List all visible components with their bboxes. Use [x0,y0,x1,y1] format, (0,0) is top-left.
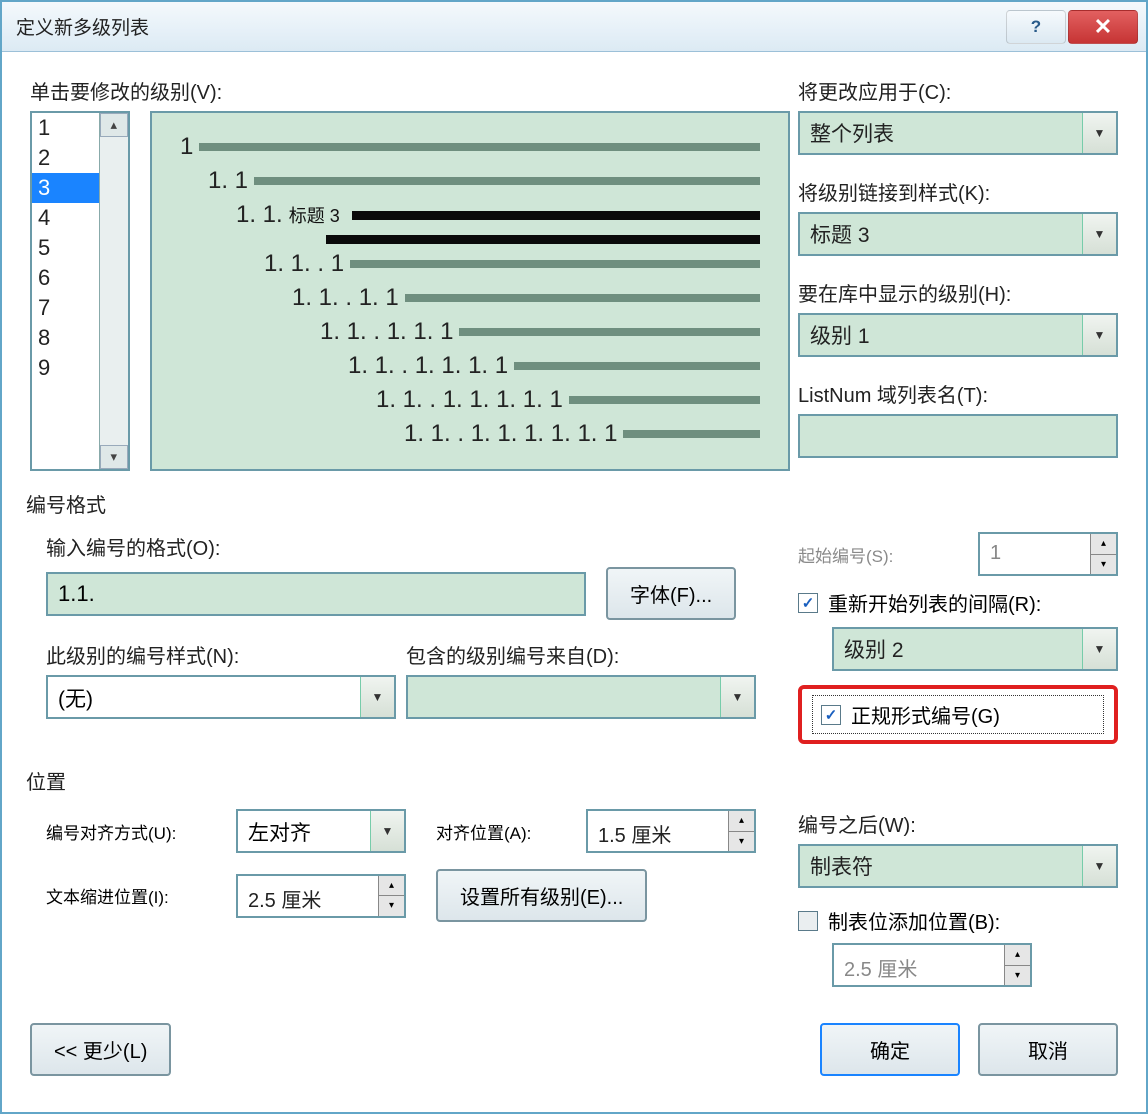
library-level-label: 要在库中显示的级别(H): [798,278,1118,307]
scroll-down-icon[interactable]: ▾ [100,445,128,469]
level-item-3[interactable]: 3 [32,173,99,203]
restart-list-checkbox[interactable]: ✓ 重新开始列表的间隔(R): [798,588,1118,617]
chevron-down-icon[interactable] [720,677,754,717]
tab-stop-spinner: 2.5 厘米 ▴▾ [832,943,1032,987]
checkbox-icon: ✓ [798,593,818,613]
align-at-label: 对齐位置(A): [436,819,586,844]
level-item-8[interactable]: 8 [32,323,99,353]
start-at-spinner[interactable]: 1 ▴▾ [978,532,1118,576]
level-list[interactable]: 123456789 ▴ ▾ [30,111,130,471]
close-button[interactable]: ✕ [1068,10,1138,44]
align-label: 编号对齐方式(U): [46,819,236,844]
chevron-down-icon[interactable] [1082,846,1116,886]
ok-button[interactable]: 确定 [820,1023,960,1076]
listnum-label: ListNum 域列表名(T): [798,379,1118,408]
chevron-down-icon[interactable] [1082,214,1116,254]
preview-row: 1. 1 [180,167,760,195]
include-level-select[interactable] [406,675,756,719]
scrollbar[interactable]: ▴ ▾ [99,113,128,469]
chevron-down-icon[interactable] [370,811,404,851]
level-item-7[interactable]: 7 [32,293,99,323]
preview-row: 1. 1.标题 3 [180,201,760,229]
level-item-5[interactable]: 5 [32,233,99,263]
preview-row: 1. 1. . 1. 1. 1. 1. 1. 1 [180,420,760,448]
scroll-up-icon[interactable]: ▴ [100,113,128,137]
spin-down-icon[interactable]: ▾ [729,832,754,852]
preview-row: 1. 1. . 1 [180,250,760,278]
library-level-select[interactable]: 级别 1 [798,313,1118,357]
spin-up-icon[interactable]: ▴ [729,811,754,832]
align-at-spinner[interactable]: 1.5 厘米 ▴▾ [586,809,756,853]
legal-format-checkbox[interactable]: ✓ 正规形式编号(G) [812,695,1104,734]
font-button[interactable]: 字体(F)... [606,567,736,620]
spin-up-icon[interactable]: ▴ [1091,534,1116,555]
spin-down-icon[interactable]: ▾ [379,896,404,916]
spin-down-icon: ▾ [1005,966,1030,986]
level-click-label: 单击要修改的级别(V): [30,76,790,105]
chevron-down-icon[interactable] [1082,629,1116,669]
preview-row: 1. 1. . 1. 1 [180,284,760,312]
help-button[interactable]: ? [1006,10,1066,44]
preview-row: 1. 1. . 1. 1. 1. 1 [180,352,760,380]
link-style-label: 将级别链接到样式(K): [798,177,1118,206]
link-style-select[interactable]: 标题 3 [798,212,1118,256]
cancel-button[interactable]: 取消 [978,1023,1118,1076]
window-title: 定义新多级列表 [16,13,1004,40]
list-preview: 1 1. 1 1. 1.标题 3 1. 1. . 1 1. 1. . 1. 1 1. 1.… [150,111,790,471]
titlebar: 定义新多级列表 ? ✕ [2,2,1146,52]
number-format-section: 编号格式 [26,489,1118,518]
level-item-9[interactable]: 9 [32,353,99,383]
listnum-input[interactable] [798,414,1118,458]
after-number-select[interactable]: 制表符 [798,844,1118,888]
spin-up-icon[interactable]: ▴ [379,876,404,897]
after-number-label: 编号之后(W): [798,809,1118,838]
preview-row: 1 [180,133,760,161]
position-section: 位置 [26,766,1118,795]
text-indent-spinner[interactable]: 2.5 厘米 ▴▾ [236,874,406,918]
preview-row: 1. 1. . 1. 1. 1 [180,318,760,346]
checkbox-icon: ✓ [821,705,841,725]
apply-changes-select[interactable]: 整个列表 [798,111,1118,155]
chevron-down-icon[interactable] [1082,315,1116,355]
less-button[interactable]: << 更少(L) [30,1023,171,1076]
start-at-label: 起始编号(S): [798,542,978,567]
level-item-6[interactable]: 6 [32,263,99,293]
number-style-select[interactable]: (无) [46,675,396,719]
enter-format-label: 输入编号的格式(O): [46,532,790,561]
level-item-2[interactable]: 2 [32,143,99,173]
preview-style-tag: 标题 3 [289,202,340,228]
apply-changes-label: 将更改应用于(C): [798,76,1118,105]
restart-level-select[interactable]: 级别 2 [832,627,1118,671]
legal-format-highlight: ✓ 正规形式编号(G) [798,685,1118,744]
chevron-down-icon[interactable] [360,677,394,717]
align-select[interactable]: 左对齐 [236,809,406,853]
level-item-4[interactable]: 4 [32,203,99,233]
checkbox-icon [798,911,818,931]
spin-down-icon[interactable]: ▾ [1091,555,1116,575]
include-level-label: 包含的级别编号来自(D): [406,640,790,669]
tab-stop-checkbox[interactable]: 制表位添加位置(B): [798,906,1118,935]
chevron-down-icon[interactable] [1082,113,1116,153]
set-all-levels-button[interactable]: 设置所有级别(E)... [436,869,647,922]
number-style-label: 此级别的编号样式(N): [46,640,406,669]
text-indent-label: 文本缩进位置(I): [46,883,236,908]
level-item-1[interactable]: 1 [32,113,99,143]
preview-row: 1. 1. . 1. 1. 1. 1. 1 [180,386,760,414]
format-input[interactable] [46,572,586,616]
spin-up-icon: ▴ [1005,945,1030,966]
